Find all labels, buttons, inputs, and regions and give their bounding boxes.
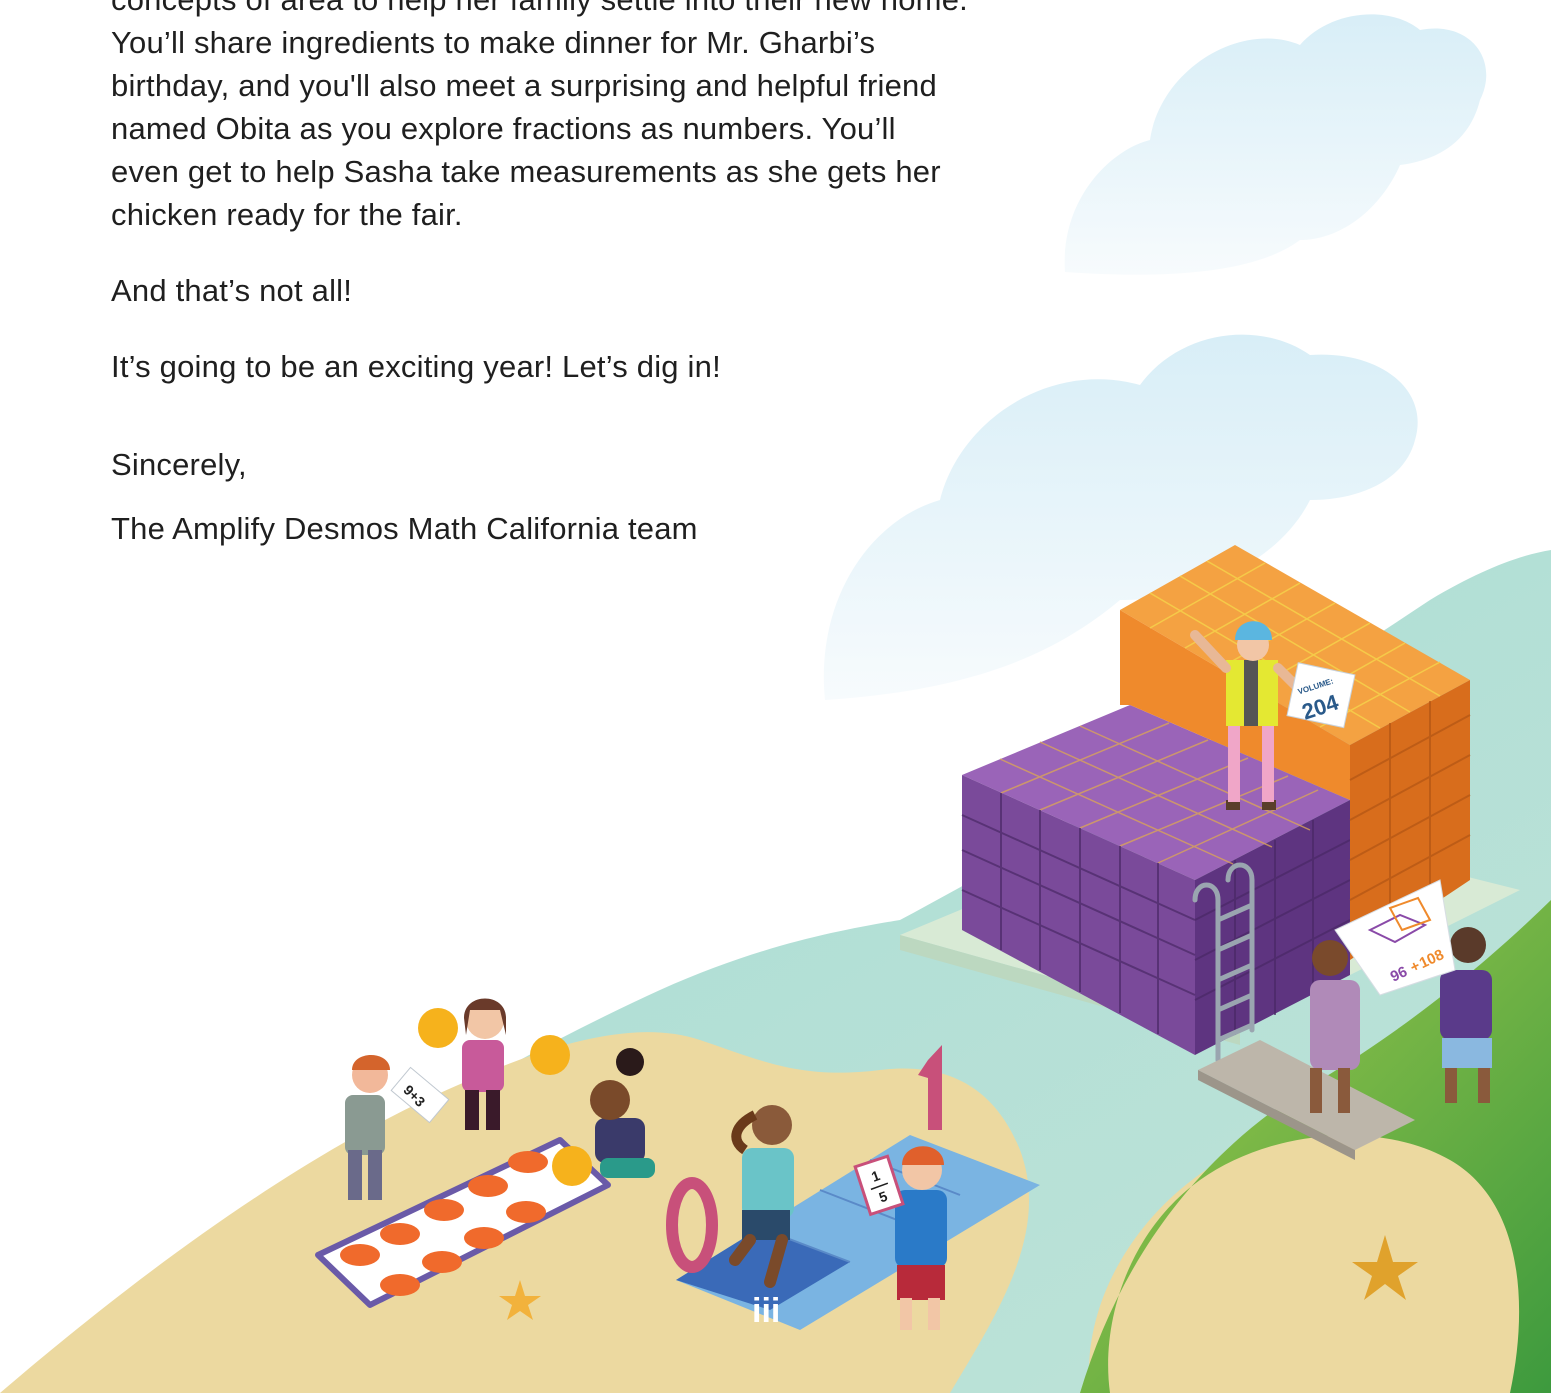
paragraph-line: even get to help Sasha take measurements… — [111, 154, 941, 189]
volume-sign-value: 204 — [1299, 689, 1342, 724]
paragraph-line: chicken ready for the fair. — [111, 197, 463, 232]
paragraph-line: birthday, and you'll also meet a surpris… — [111, 68, 937, 103]
blueprint-left-number: 96 — [1388, 963, 1410, 985]
letter-body: concepts of area to help her family sett… — [111, 0, 1041, 550]
signature-line: The Amplify Desmos Math California team — [111, 511, 698, 546]
blueprint-right-number: 108 — [1417, 946, 1447, 972]
letter-paragraph: concepts of area to help her family sett… — [111, 0, 1041, 236]
fraction-numerator: 1 — [869, 1167, 882, 1185]
paragraph-line: concepts of area to help her family sett… — [111, 0, 1041, 21]
paragraph-line: named Obita as you explore fractions as … — [111, 111, 896, 146]
exciting-year-line: It’s going to be an exciting year! Let’s… — [111, 349, 721, 384]
not-all-line: And that’s not all! — [111, 273, 353, 308]
flash-card-label: 9+3 — [400, 1082, 428, 1110]
closing-line: Sincerely, — [111, 447, 247, 482]
paragraph-line: You’ll share ingredients to make dinner … — [111, 25, 876, 60]
tally-marks: iii — [752, 1292, 780, 1330]
fraction-denominator: 5 — [877, 1188, 890, 1206]
